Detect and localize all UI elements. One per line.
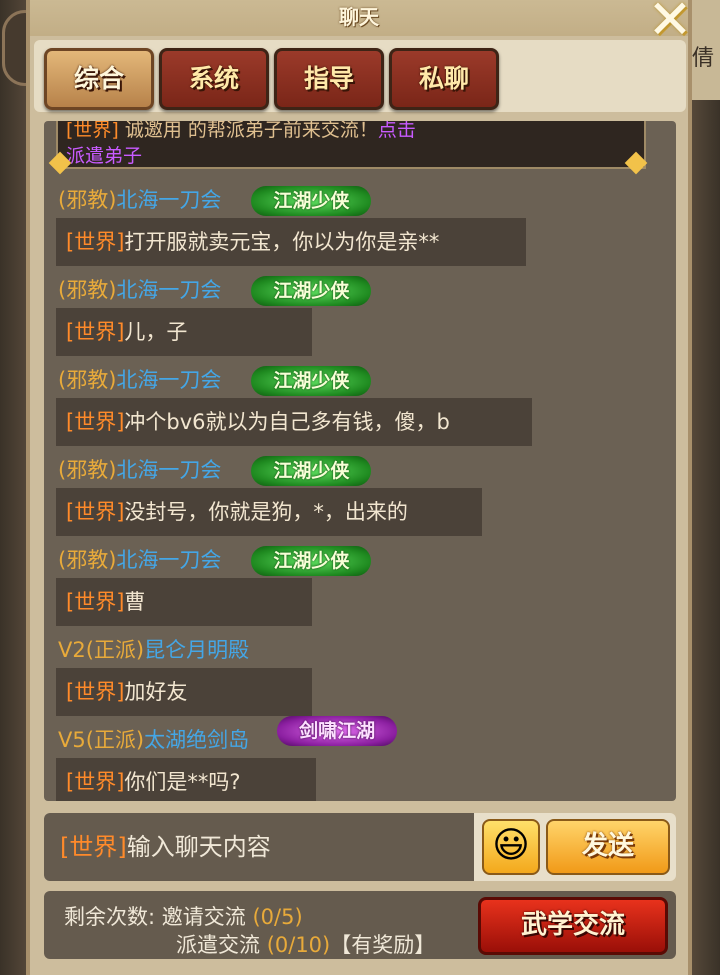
background-scroll-char: 倩	[691, 46, 714, 71]
message-faction: (邪教)	[58, 368, 117, 392]
message-faction: V2(正派)	[58, 638, 145, 662]
message-bubble: [世界]冲个bv6就以为自己多有钱，傻，b	[56, 398, 532, 446]
message-header: (邪教)北海一刀会 江湖少侠	[58, 184, 372, 216]
remaining-label: 剩余次数:	[64, 905, 156, 929]
message-header: (邪教)北海一刀会 江湖少侠	[58, 364, 372, 396]
message-text: 没封号，你就是狗，*，出来的	[124, 500, 408, 524]
martial-exchange-button[interactable]: 武学交流	[478, 897, 668, 955]
message-faction: (邪教)	[58, 188, 117, 212]
message-text: 儿，子	[124, 320, 188, 344]
exchange-footer: 剩余次数: 邀请交流 (0/5) 派遣交流 (0/10)【有奖励】 武学交流	[44, 891, 676, 959]
message-channel-tag: [世界]	[66, 770, 125, 794]
message-header: (邪教)北海一刀会 江湖少侠	[58, 274, 372, 306]
send-button[interactable]: 发送	[546, 819, 670, 875]
message-channel-tag: [世界]	[66, 320, 125, 344]
announcement-banner: [世界] 诚邀用 的帮派弟子前来交流！点击 派遣弟子	[56, 121, 646, 169]
invite-count: (0/5)	[252, 905, 303, 929]
message-faction: (邪教)	[58, 458, 117, 482]
invite-label: 邀请交流	[161, 905, 246, 929]
tab-general[interactable]: 综合	[44, 48, 154, 110]
message-channel-tag: [世界]	[66, 500, 125, 524]
message-bubble: [世界]你们是**吗?	[56, 758, 316, 801]
title-badge: 剑啸江湖	[277, 716, 398, 746]
message-header: V5(正派)太湖绝剑岛 剑啸江湖	[58, 716, 398, 756]
message-bubble: [世界]儿，子	[56, 308, 312, 356]
close-button[interactable]: ✕	[640, 0, 700, 47]
tab-system[interactable]: 系统	[159, 48, 269, 110]
message-text: 冲个bv6就以为自己多有钱，傻，b	[124, 410, 450, 434]
window-title: 聊天	[30, 0, 688, 36]
message-sender[interactable]: 北海一刀会	[116, 548, 221, 572]
tab-guide[interactable]: 指导	[274, 48, 384, 110]
dispatch-label: 派遣交流	[176, 933, 260, 957]
message-sender[interactable]: 太湖绝剑岛	[144, 728, 249, 752]
announcement-channel-tag: [世界]	[66, 121, 119, 141]
message-sender[interactable]: 北海一刀会	[116, 188, 221, 212]
title-badge: 江湖少侠	[251, 186, 372, 216]
message-channel-tag: [世界]	[66, 590, 125, 614]
title-badge: 江湖少侠	[251, 456, 372, 486]
message-sender[interactable]: 昆仑月明殿	[144, 638, 249, 662]
message-text: 曹	[124, 590, 146, 614]
announcement-link[interactable]: 点击	[378, 121, 416, 141]
announcement-text: 诚邀用 的帮派弟子前来交流！	[118, 121, 378, 141]
message-faction: V5(正派)	[58, 728, 145, 752]
message-bubble: [世界]加好友	[56, 668, 312, 716]
title-badge: 江湖少侠	[251, 366, 372, 396]
announcement-link-dispatch[interactable]: 派遣弟子	[66, 143, 636, 169]
title-badge: 江湖少侠	[251, 276, 372, 306]
message-header: (邪教)北海一刀会 江湖少侠	[58, 544, 372, 576]
message-sender[interactable]: 北海一刀会	[116, 368, 221, 392]
message-bubble: [世界]没封号，你就是狗，*，出来的	[56, 488, 482, 536]
message-channel-tag: [世界]	[66, 680, 125, 704]
dispatch-remaining: 派遣交流 (0/10)【有奖励】	[176, 929, 435, 959]
dispatch-count: (0/10)	[266, 933, 331, 957]
tab-private[interactable]: 私聊	[389, 48, 499, 110]
reward-note: 【有奖励】	[330, 933, 436, 957]
chat-input[interactable]: [世界]输入聊天内容	[44, 813, 474, 881]
message-text: 打开服就卖元宝，你以为你是亲**	[124, 230, 440, 254]
chat-message-list[interactable]: [世界] 诚邀用 的帮派弟子前来交流！点击 派遣弟子 (邪教)北海一刀会 江湖少侠…	[44, 121, 676, 801]
message-faction: (邪教)	[58, 278, 117, 302]
input-placeholder: 输入聊天内容	[126, 833, 271, 861]
message-sender[interactable]: 北海一刀会	[116, 278, 221, 302]
smiley-icon: 😃	[492, 825, 530, 866]
message-text: 加好友	[124, 680, 188, 704]
message-header: V2(正派)昆仑月明殿	[58, 634, 249, 666]
message-channel-tag: [世界]	[66, 230, 125, 254]
invite-remaining: 剩余次数: 邀请交流 (0/5)	[64, 901, 303, 931]
message-bubble: [世界]打开服就卖元宝，你以为你是亲**	[56, 218, 526, 266]
message-faction: (邪教)	[58, 548, 117, 572]
emoji-button[interactable]: 😃	[482, 819, 540, 875]
message-header: (邪教)北海一刀会 江湖少侠	[58, 454, 372, 486]
message-sender[interactable]: 北海一刀会	[116, 458, 221, 482]
chat-input-row: [世界]输入聊天内容 😃 发送	[44, 813, 676, 881]
message-channel-tag: [世界]	[66, 410, 125, 434]
message-text: 你们是**吗?	[124, 770, 241, 794]
title-badge: 江湖少侠	[251, 546, 372, 576]
message-bubble: [世界]曹	[56, 578, 312, 626]
input-channel-tag[interactable]: [世界]	[60, 833, 127, 861]
